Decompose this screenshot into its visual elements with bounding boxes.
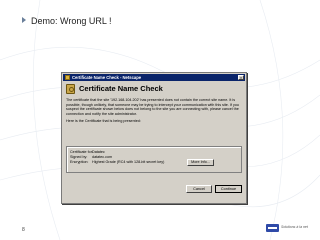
signed-by-label: Signed by: xyxy=(70,155,88,159)
warning-paragraph: The certificate that the site '192.168.1… xyxy=(66,98,239,116)
signed-by-value: datatec.com xyxy=(92,155,113,159)
certificate-intro: Here is the Certificate that is being pr… xyxy=(66,119,141,123)
company-logo: Solutions à la net xyxy=(266,222,316,234)
cancel-button[interactable]: Cancel xyxy=(186,185,212,193)
encryption-value: Highest Grade (RC4 with 128-bit secret k… xyxy=(92,160,165,164)
bullet-icon xyxy=(22,17,26,23)
signed-by-row: Signed by: datatec.com xyxy=(70,155,112,160)
certificate-for-value: Datatec xyxy=(92,150,105,154)
certificate-dialog: Certificate Name Check - Netscape × Cert… xyxy=(61,72,247,204)
continue-button[interactable]: Continue xyxy=(215,185,242,193)
dialog-message: The certificate that the site '192.168.1… xyxy=(66,98,242,127)
window-title: Certificate Name Check - Netscape xyxy=(72,75,142,80)
page-number: 8 xyxy=(22,227,25,233)
logo-tagline: Solutions à la net xyxy=(281,225,308,229)
logo-mark-icon xyxy=(266,224,279,232)
certificate-icon xyxy=(66,84,75,94)
dialog-titlebar[interactable]: Certificate Name Check - Netscape × xyxy=(63,74,245,81)
more-info-button[interactable]: More Info... xyxy=(187,159,214,166)
netscape-icon xyxy=(65,75,70,80)
slide-title: Demo: Wrong URL ! xyxy=(22,15,112,27)
certificate-details: Certificate for: Datatec Signed by: data… xyxy=(66,146,242,173)
dialog-heading: Certificate Name Check xyxy=(79,84,163,93)
encryption-label: Encryption: xyxy=(70,160,89,164)
certificate-for-row: Certificate for: Datatec xyxy=(70,150,105,155)
close-icon[interactable]: × xyxy=(238,75,244,80)
encryption-row: Encryption: Highest Grade (RC4 with 128-… xyxy=(70,160,164,165)
slide-title-text: Demo: Wrong URL ! xyxy=(31,16,112,26)
certificate-for-label: Certificate for: xyxy=(70,150,93,154)
